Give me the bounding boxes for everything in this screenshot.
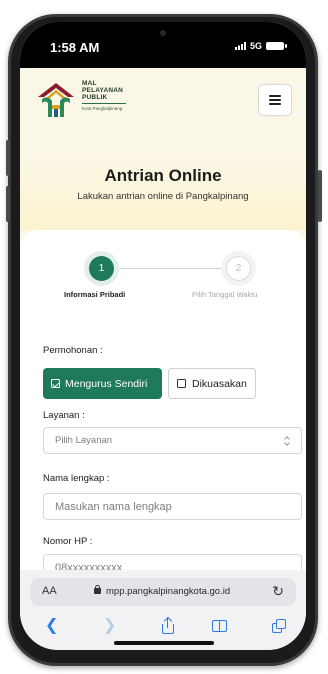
dikuasakan-label: Dikuasakan	[192, 377, 247, 390]
browser-chrome: AA mpp.pangkalpinangkota.go.id ↻ ❮ ❯	[20, 570, 306, 650]
phone-screen: 1:58 AM 5G MAL PELAYANAN PUBLIK Kota Pan…	[20, 22, 306, 650]
text-size-button[interactable]: AA	[42, 585, 57, 597]
nama-input[interactable]: Masukan nama lengkap	[43, 493, 302, 520]
front-camera	[160, 30, 166, 36]
volume-down-button	[6, 186, 10, 222]
step-2-indicator[interactable]: 2	[226, 256, 251, 281]
chevron-up-down-icon	[284, 437, 290, 446]
dikuasakan-option[interactable]: Dikuasakan	[168, 368, 256, 399]
network-type: 5G	[249, 41, 262, 51]
stepper-connector	[102, 268, 226, 269]
mengurus-sendiri-option[interactable]: Mengurus Sendiri	[43, 368, 162, 399]
brand-line-3: PUBLIK	[82, 94, 108, 101]
browser-toolbar: ❮ ❯	[20, 616, 306, 640]
brand-divider	[82, 103, 126, 104]
stepper: 1 2 Informasi Pribadi Pilih Tanggal Wakt…	[20, 230, 306, 310]
brand-subtitle: Kota Pangkalpinang	[82, 106, 123, 111]
nama-label: Nama lengkap :	[43, 473, 110, 484]
layanan-selected-value: Pilih Layanan	[55, 435, 113, 446]
status-bar: 1:58 AM 5G	[20, 22, 306, 68]
power-button	[318, 170, 322, 222]
brand-text: MAL PELAYANAN PUBLIK Kota Pangkalpinang	[82, 80, 126, 111]
form-card: 1 2 Informasi Pribadi Pilih Tanggal Wakt…	[20, 230, 306, 581]
lock-icon	[94, 584, 101, 594]
mpp-logo[interactable]	[36, 81, 76, 119]
step-1-indicator[interactable]: 1	[89, 256, 114, 281]
checked-box-icon	[51, 379, 60, 388]
step-1-label: Informasi Pribadi	[64, 290, 126, 299]
layanan-select[interactable]: Pilih Layanan	[43, 427, 302, 454]
share-icon[interactable]	[161, 616, 175, 634]
unchecked-box-icon	[177, 379, 186, 388]
battery-icon	[266, 42, 287, 50]
signal-icon	[234, 42, 246, 50]
page-subtitle: Lakukan antrian online di Pangkalpinang	[77, 191, 249, 202]
reload-icon[interactable]: ↻	[272, 583, 284, 600]
menu-button[interactable]	[258, 84, 292, 116]
status-icons: 5G	[234, 41, 287, 51]
brand-line-1: MAL	[82, 80, 97, 87]
text-size-label: AA	[42, 585, 57, 597]
url-text: mpp.pangkalpinangkota.go.id	[106, 586, 231, 597]
address-bar[interactable]: AA mpp.pangkalpinangkota.go.id ↻	[30, 578, 296, 606]
step-2-label: Pilih Tanggal Waktu	[192, 290, 258, 299]
app-header: MAL PELAYANAN PUBLIK Kota Pangkalpinang	[20, 68, 306, 152]
mengurus-sendiri-label: Mengurus Sendiri	[65, 377, 148, 390]
layanan-label: Layanan :	[43, 410, 85, 421]
home-indicator	[114, 641, 214, 645]
hamburger-icon	[269, 95, 281, 105]
volume-up-button	[6, 140, 10, 176]
nama-placeholder: Masukan nama lengkap	[55, 500, 172, 513]
hero-section: Antrian Online Lakukan antrian online di…	[20, 152, 306, 230]
back-icon[interactable]: ❮	[45, 616, 58, 636]
brand-line-2: PELAYANAN	[82, 87, 124, 94]
page-title: Antrian Online	[104, 166, 222, 185]
stage: 1:58 AM 5G MAL PELAYANAN PUBLIK Kota Pan…	[0, 0, 328, 674]
bookmarks-icon[interactable]	[212, 620, 229, 632]
forward-icon[interactable]: ❯	[103, 616, 116, 636]
hp-label: Nomor HP :	[43, 536, 93, 547]
status-time: 1:58 AM	[50, 40, 100, 55]
permohonan-label: Permohonan :	[43, 345, 103, 356]
tabs-icon[interactable]	[272, 619, 287, 633]
